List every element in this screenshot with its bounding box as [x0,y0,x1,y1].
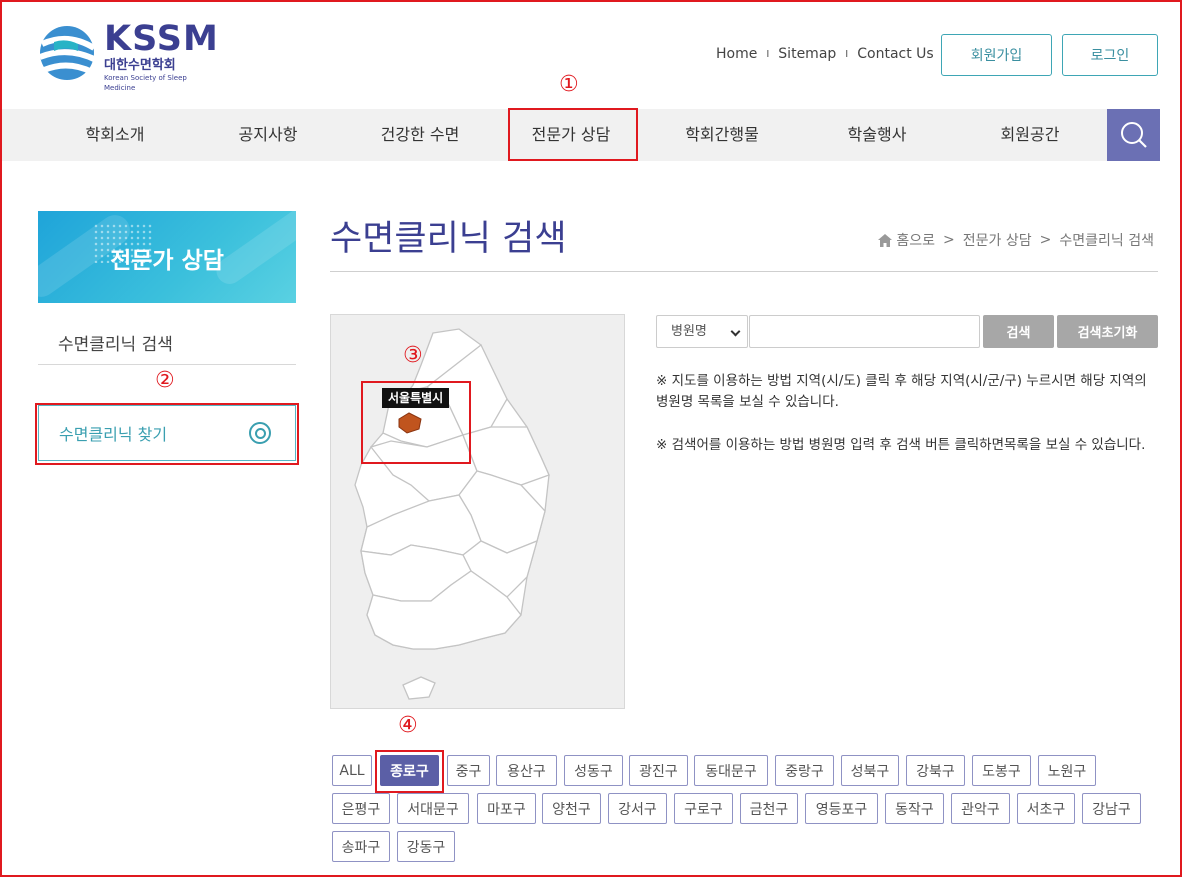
korea-map-svg [354,328,550,700]
district-button-seongbuk[interactable]: 성북구 [841,755,899,786]
korea-map[interactable] [330,314,625,709]
sitemap-link[interactable]: Sitemap [778,46,836,62]
site-logo[interactable]: KSSM 대한수면학회 Korean Society of Sleep Medi… [38,19,219,92]
district-button-seodaemun[interactable]: 서대문구 [397,793,469,824]
logo-title: KSSM [104,19,219,59]
contact-us-link[interactable]: Contact Us [857,46,933,62]
search-button[interactable]: 검색 [983,315,1054,348]
nav-item-publications[interactable]: 학회간행물 [666,109,778,161]
annotation-marker-3: ③ [403,343,423,368]
district-button-geumcheon[interactable]: 금천구 [740,793,798,824]
title-divider [330,271,1158,272]
logo-korean-name: 대한수면학회 [104,58,176,73]
district-button-eunpyeong[interactable]: 은평구 [332,793,390,824]
nav-item-academic-events[interactable]: 학술행사 [821,109,933,161]
district-button-jungnang[interactable]: 중랑구 [775,755,834,786]
logo-english-name: Korean Society of Sleep Medicine [104,74,187,92]
sidebar-item-clinic-find[interactable]: 수면클리닉 찾기 [38,405,296,461]
district-button-guro[interactable]: 구로구 [674,793,733,824]
district-button-seocho[interactable]: 서초구 [1017,793,1075,824]
district-button-all[interactable]: ALL [332,755,372,786]
sidebar-item-clinic-search[interactable]: 수면클리닉 검색 [58,330,173,355]
annotation-box-map [361,381,471,464]
district-button-yongsan[interactable]: 용산구 [496,755,557,786]
district-button-dobong[interactable]: 도봉구 [972,755,1031,786]
district-button-songpa[interactable]: 송파구 [332,831,390,862]
district-button-seongdong[interactable]: 성동구 [564,755,623,786]
signup-button[interactable]: 회원가입 [941,34,1052,76]
utility-links: Home I Sitemap I Contact Us [716,46,934,62]
district-button-mapo[interactable]: 마포구 [477,793,536,824]
search-input[interactable] [749,315,980,348]
annotation-marker-4: ④ [398,713,418,738]
breadcrumb-section[interactable]: 전문가 상담 [963,230,1032,250]
district-button-yangcheon[interactable]: 양천구 [542,793,601,824]
district-button-gangbuk[interactable]: 강북구 [906,755,965,786]
district-button-yeongdeungpo[interactable]: 영등포구 [805,793,878,824]
district-button-nowon[interactable]: 노원구 [1038,755,1096,786]
link-separator: I [766,48,770,60]
search-circle-icon [249,422,271,444]
sidebar-divider [38,364,296,365]
nav-item-about[interactable]: 학회소개 [59,109,171,161]
logo-mark-icon [38,26,98,80]
breadcrumb: 홈으로 > 전문가 상담 > 수면클리닉 검색 [878,230,1154,250]
chevron-down-icon [730,326,741,337]
search-icon [1120,122,1147,148]
breadcrumb-home[interactable]: 홈으로 [896,230,935,250]
home-icon [878,233,893,247]
sidebar-banner-title: 전문가 상담 [110,248,224,274]
district-button-dongdaemun[interactable]: 동대문구 [694,755,768,786]
nav-item-notices[interactable]: 공지사항 [212,109,324,161]
district-button-jongno[interactable]: 종로구 [380,755,439,786]
annotation-marker-1: ① [559,72,579,97]
sidebar-banner: 전문가 상담 [38,211,296,303]
district-button-gwangjin[interactable]: 광진구 [629,755,688,786]
district-button-dongjak[interactable]: 동작구 [885,793,944,824]
login-button[interactable]: 로그인 [1062,34,1158,76]
district-button-jung[interactable]: 중구 [447,755,490,786]
keyword-usage-description: ※ 검색어를 이용하는 방법 병원명 입력 후 검색 버튼 클릭하면목록을 보실… [656,437,1146,453]
sidebar-item-label: 수면클리닉 찾기 [59,425,168,444]
annotation-marker-2: ② [155,368,175,393]
nav-item-healthy-sleep[interactable]: 건강한 수면 [364,109,476,161]
page-title: 수면클리닉 검색 [330,219,567,259]
search-type-select[interactable]: 병원명 [656,315,748,348]
district-button-gangdong[interactable]: 강동구 [397,831,455,862]
nav-item-members[interactable]: 회원공간 [974,109,1086,161]
search-type-value: 병원명 [671,324,707,339]
district-button-gwanak[interactable]: 관악구 [951,793,1010,824]
district-button-gangseo[interactable]: 강서구 [608,793,667,824]
district-button-gangnam[interactable]: 강남구 [1082,793,1141,824]
reset-search-button[interactable]: 검색초기화 [1057,315,1158,348]
nav-search-button[interactable] [1107,109,1160,161]
link-separator: I [845,48,849,60]
map-usage-description: ※ 지도를 이용하는 방법 지역(시/도) 클릭 후 해당 지역(시/군/구) … [656,373,1147,410]
breadcrumb-current: 수면클리닉 검색 [1059,233,1154,249]
annotation-box-nav [508,108,638,161]
home-link[interactable]: Home [716,46,757,62]
